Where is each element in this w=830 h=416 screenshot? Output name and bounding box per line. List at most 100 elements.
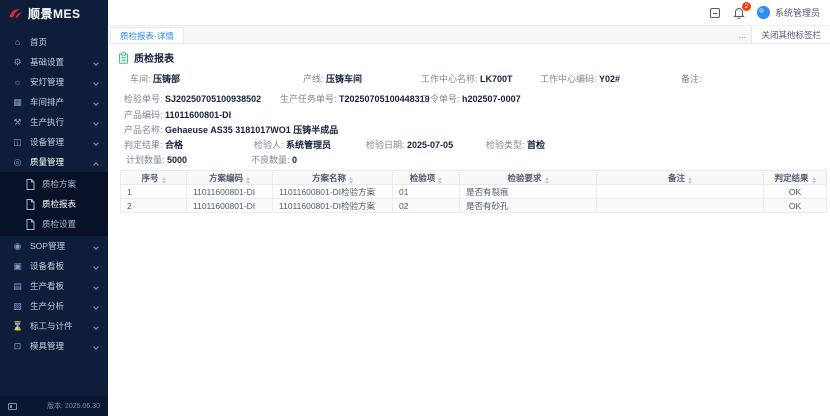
sidebar-subitem-inspection-report[interactable]: 质检报表 — [0, 194, 108, 214]
sort-icon[interactable] — [246, 177, 250, 184]
sidebar-item-quality-management[interactable]: ◎ 质量管理 — [0, 152, 108, 172]
sidebar-item-label: SOP管理 — [30, 240, 65, 252]
tabbar-spacer — [184, 26, 734, 43]
chevron-down-icon — [93, 120, 99, 126]
table-row[interactable]: 1 11011600801-DI 11011600801-DI检验方案 01 是… — [121, 185, 827, 199]
field-label: 工作中心编码 — [540, 74, 599, 84]
home-icon: ⌂ — [12, 38, 23, 47]
logo-text: 顺景MES — [28, 5, 81, 22]
field-defect-qty: 不良数量0 — [251, 153, 297, 166]
sidebar-subitem-inspection-settings[interactable]: 质检设置 — [0, 214, 108, 234]
sidebar-item-label: 设备管理 — [30, 136, 64, 148]
close-other-tabs-button[interactable]: 关闭其他标签栏 — [751, 26, 830, 43]
sidebar-item-sop-management[interactable]: ◉ SOP管理 — [0, 236, 108, 256]
cell-plan-code: 11011600801-DI — [187, 185, 273, 199]
column-header-remark[interactable]: 备注 — [597, 171, 764, 185]
cell-plan-code: 11011600801-DI — [187, 199, 273, 213]
table-row[interactable]: 2 11011600801-DI 11011600801-DI检验方案 02 是… — [121, 199, 827, 213]
field-line: 产线压铸车间 — [303, 72, 362, 85]
sort-icon[interactable] — [349, 177, 353, 184]
field-value: Gehaeuse AS35 3181017WO1 压铸半成品 — [165, 125, 338, 135]
field-value: SJ20250705100938502 — [165, 94, 261, 104]
app-window: 顺景MES ⌂ 首页 ⚙ 基础设置 ☼ 安灯管理 ▦ 车间排产 — [0, 0, 830, 416]
sidebar-item-home[interactable]: ⌂ 首页 — [0, 32, 108, 52]
cell-inspection-item: 02 — [393, 199, 460, 213]
chevron-down-icon — [93, 284, 99, 290]
cell-remark — [597, 185, 764, 199]
mold-management-icon: ⊡ — [12, 342, 23, 351]
fullscreen-icon[interactable] — [709, 6, 722, 19]
cell-inspection-item: 01 — [393, 185, 460, 199]
column-header-label: 备注 — [668, 173, 685, 183]
sort-icon[interactable] — [688, 177, 692, 184]
column-header-plan-name[interactable]: 方案名称 — [273, 171, 393, 185]
field-value: 5000 — [167, 155, 187, 165]
sidebar-item-production-execution[interactable]: ⚒ 生产执行 — [0, 112, 108, 132]
field-value: 2025-07-05 — [407, 140, 453, 150]
field-label: 检验人 — [254, 140, 286, 150]
column-header-plan-code[interactable]: 方案编码 — [187, 171, 273, 185]
standard-work-piecework-icon: ⌛ — [12, 322, 23, 331]
field-remark: 备注 — [681, 72, 702, 85]
sidebar-item-workshop-scheduling[interactable]: ▦ 车间排产 — [0, 92, 108, 112]
avatar — [757, 6, 770, 19]
equipment-management-icon: ◫ — [12, 138, 23, 147]
field-label: 产线 — [303, 74, 326, 84]
column-header-inspection-requirement[interactable]: 检验要求 — [460, 171, 597, 185]
sidebar-item-production-board[interactable]: ▤ 生产看板 — [0, 276, 108, 296]
report-content: 质检报表 车间压铸部 产线压铸车间 工作中心名称LK700T 工作中心编码Y02… — [108, 44, 830, 416]
document-icon — [26, 179, 35, 190]
sidebar-item-label: 基础设置 — [30, 56, 64, 68]
sidebar-subitem-inspection-plan[interactable]: 质检方案 — [0, 174, 108, 194]
field-inspection-type: 检验类型首检 — [486, 138, 545, 151]
production-analysis-icon: ▧ — [12, 302, 23, 311]
sidebar-item-equipment-board[interactable]: ▣ 设备看板 — [0, 256, 108, 276]
cell-judge-result: OK — [764, 185, 827, 199]
sidebar-collapse-icon[interactable] — [8, 403, 17, 410]
sidebar-item-mold-management[interactable]: ⊡ 模具管理 — [0, 336, 108, 356]
document-icon — [26, 219, 35, 230]
sort-icon[interactable] — [438, 177, 442, 184]
inspection-items-table: 序号 方案编码 方案名称 检验项 检验要求 备注 判定结果 1 11011600… — [120, 170, 827, 213]
quality-management-icon: ◎ — [12, 158, 23, 167]
sidebar-item-production-analysis[interactable]: ▧ 生产分析 — [0, 296, 108, 316]
sort-icon[interactable] — [545, 177, 549, 184]
field-label: 产品编码 — [124, 110, 165, 120]
user-menu[interactable]: 系统管理员 — [757, 6, 820, 19]
equipment-board-icon: ▣ — [12, 262, 23, 271]
tabbar: 质检报表-详情 ... 关闭其他标签栏 — [108, 26, 830, 44]
field-value: 压铸部 — [153, 74, 180, 84]
field-label: 检验单号 — [124, 94, 165, 104]
tab-inspection-report-detail[interactable]: 质检报表-详情 — [110, 27, 184, 43]
tab-more-button[interactable]: ... — [733, 26, 751, 43]
field-work-center-name: 工作中心名称LK700T — [421, 72, 513, 85]
chevron-down-icon — [93, 304, 99, 310]
sidebar-item-label: 生产看板 — [30, 280, 64, 292]
sidebar-item-label: 首页 — [30, 36, 47, 48]
workshop-scheduling-icon: ▦ — [12, 98, 23, 107]
field-product-name: 产品名称Gehaeuse AS35 3181017WO1 压铸半成品 — [124, 123, 338, 136]
sort-icon[interactable] — [812, 177, 816, 184]
chevron-down-icon — [93, 324, 99, 330]
field-inspector: 检验人系统管理员 — [254, 138, 331, 151]
field-value: 系统管理员 — [286, 140, 331, 150]
sidebar-item-andon-management[interactable]: ☼ 安灯管理 — [0, 72, 108, 92]
document-icon — [26, 199, 35, 210]
sidebar-item-equipment-management[interactable]: ◫ 设备管理 — [0, 132, 108, 152]
chevron-down-icon — [93, 344, 99, 350]
field-value: T20250705100448319 — [339, 94, 430, 104]
cell-plan-name: 11011600801-DI检验方案 — [273, 199, 393, 213]
sidebar-item-standard-work-piecework[interactable]: ⌛ 标工与计件 — [0, 316, 108, 336]
cell-seq: 1 — [121, 185, 187, 199]
sidebar-item-basic-settings[interactable]: ⚙ 基础设置 — [0, 52, 108, 72]
column-header-inspection-item[interactable]: 检验项 — [393, 171, 460, 185]
sort-icon[interactable] — [162, 177, 166, 184]
page-title: 质检报表 — [134, 50, 174, 65]
notification-bell-icon[interactable]: 2 — [733, 6, 746, 19]
field-label: 备注 — [681, 74, 702, 84]
column-header-seq[interactable]: 序号 — [121, 171, 187, 185]
column-header-judge-result[interactable]: 判定结果 — [764, 171, 827, 185]
field-judge-result: 判定结果合格 — [124, 138, 183, 151]
cell-inspection-requirement: 是否有砂孔 — [460, 199, 597, 213]
field-label: 不良数量 — [251, 155, 292, 165]
